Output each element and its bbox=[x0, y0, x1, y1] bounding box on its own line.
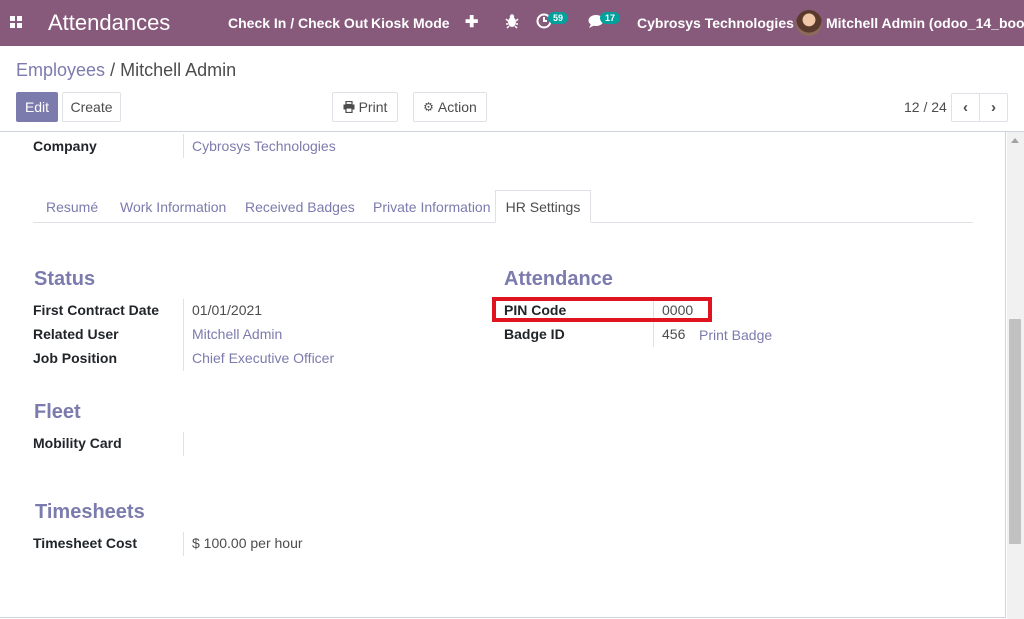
job-position-label: Job Position bbox=[33, 350, 117, 366]
message-count-badge: 17 bbox=[600, 12, 621, 24]
create-button[interactable]: Create bbox=[62, 92, 121, 122]
field-separator bbox=[183, 134, 184, 158]
gear-icon: ⚙ bbox=[423, 100, 434, 114]
edit-button[interactable]: Edit bbox=[16, 92, 58, 122]
field-separator bbox=[183, 532, 184, 556]
tab-work-information[interactable]: Work Information bbox=[120, 199, 226, 215]
apps-icon[interactable] bbox=[10, 16, 23, 29]
fleet-section-title: Fleet bbox=[34, 401, 81, 423]
breadcrumb-separator: / bbox=[110, 60, 116, 80]
company-value[interactable]: Cybrosys Technologies bbox=[192, 138, 336, 154]
pager-previous-button[interactable]: ‹ bbox=[951, 93, 980, 122]
badge-id-value: 456 bbox=[662, 326, 686, 342]
menu-check-in-out[interactable]: Check In / Check Out bbox=[228, 15, 368, 31]
scrollbar[interactable] bbox=[1007, 132, 1024, 619]
tab-received-badges[interactable]: Received Badges bbox=[245, 199, 355, 215]
field-separator bbox=[183, 347, 184, 371]
avatar[interactable] bbox=[796, 10, 822, 36]
timesheet-cost-label: Timesheet Cost bbox=[33, 535, 137, 551]
company-label: Company bbox=[33, 138, 97, 154]
print-label: Print bbox=[358, 99, 388, 115]
scroll-up-icon[interactable] bbox=[1011, 138, 1019, 143]
pin-code-highlight bbox=[492, 297, 712, 322]
chevron-right-icon: › bbox=[991, 99, 996, 116]
menu-kiosk-mode[interactable]: Kiosk Mode bbox=[371, 15, 450, 31]
status-section-title: Status bbox=[34, 268, 96, 290]
field-separator bbox=[183, 323, 184, 347]
related-user-label: Related User bbox=[33, 326, 119, 342]
attendance-section-title: Attendance bbox=[504, 268, 613, 290]
print-icon bbox=[343, 101, 355, 113]
print-button[interactable]: Print bbox=[332, 92, 398, 122]
breadcrumb-current: Mitchell Admin bbox=[120, 60, 237, 80]
bug-icon[interactable] bbox=[505, 13, 519, 34]
action-button[interactable]: ⚙ Action bbox=[413, 92, 487, 122]
user-menu[interactable]: Mitchell Admin (odoo_14_book) bbox=[826, 15, 1024, 31]
company-switcher[interactable]: Cybrosys Technologies bbox=[637, 15, 794, 31]
pager-next-button[interactable]: › bbox=[979, 93, 1008, 122]
job-position-value[interactable]: Chief Executive Officer bbox=[192, 350, 334, 366]
related-user-value[interactable]: Mitchell Admin bbox=[192, 326, 282, 342]
timesheets-section-title: Timesheets bbox=[35, 501, 145, 523]
field-separator bbox=[183, 299, 184, 323]
tab-private-information[interactable]: Private Information bbox=[373, 199, 491, 215]
first-contract-date-label: First Contract Date bbox=[33, 302, 160, 318]
mobility-card-label: Mobility Card bbox=[33, 435, 122, 451]
field-separator bbox=[653, 323, 654, 347]
timesheet-cost-value: $ 100.00 per hour bbox=[192, 535, 303, 551]
badge-id-label: Badge ID bbox=[504, 326, 565, 342]
tab-resume[interactable]: Resumé bbox=[46, 199, 98, 215]
first-contract-date-value: 01/01/2021 bbox=[192, 302, 263, 318]
plus-icon[interactable]: ✚ bbox=[465, 12, 478, 32]
pager-value[interactable]: 12 / 24 bbox=[904, 99, 947, 115]
activity-count-badge: 59 bbox=[548, 12, 569, 24]
chevron-left-icon: ‹ bbox=[963, 99, 968, 116]
app-title[interactable]: Attendances bbox=[48, 10, 170, 36]
tab-hr-settings[interactable]: HR Settings bbox=[495, 190, 591, 223]
breadcrumb: Employees / Mitchell Admin bbox=[16, 60, 236, 81]
scrollbar-thumb[interactable] bbox=[1009, 319, 1021, 544]
print-badge-link[interactable]: Print Badge bbox=[699, 327, 772, 343]
top-navbar: Attendances Check In / Check Out Kiosk M… bbox=[0, 0, 1024, 46]
action-label: Action bbox=[437, 99, 477, 115]
breadcrumb-employees[interactable]: Employees bbox=[16, 60, 105, 80]
field-separator bbox=[183, 432, 184, 456]
